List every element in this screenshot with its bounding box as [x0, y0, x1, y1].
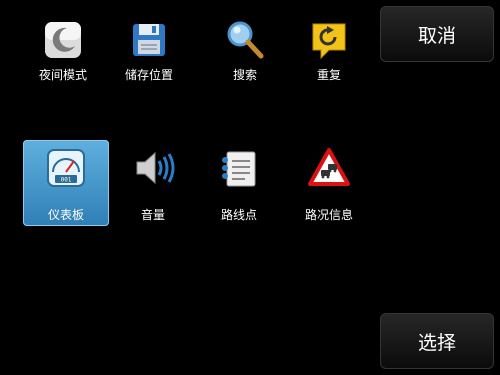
- search-icon: [223, 18, 267, 62]
- menu-item-label: 储存位置: [124, 68, 173, 82]
- save-location-icon: [127, 18, 171, 62]
- menu-item-label: 仪表板: [47, 208, 84, 222]
- menu-item-repeat[interactable]: 重复: [286, 0, 372, 86]
- menu-item-label: 路况信息: [304, 208, 353, 222]
- dashboard-icon: 001: [44, 146, 88, 190]
- menu-item-save-location[interactable]: 储存位置: [106, 0, 192, 86]
- menu-item-dashboard[interactable]: 001 仪表板: [23, 140, 109, 226]
- menu-item-volume[interactable]: 音量: [110, 140, 196, 226]
- menu-item-night-mode[interactable]: 夜间模式: [20, 0, 106, 86]
- svg-text:001: 001: [61, 177, 72, 184]
- menu-item-waypoints[interactable]: 路线点: [196, 140, 282, 226]
- menu-item-search[interactable]: 搜索: [202, 0, 288, 86]
- menu-item-label: 音量: [140, 208, 165, 222]
- menu-item-label: 夜间模式: [38, 68, 87, 82]
- night-mode-icon: [41, 18, 85, 62]
- menu-item-traffic-info[interactable]: 路况信息: [286, 140, 372, 226]
- repeat-icon: [307, 18, 351, 62]
- menu-item-label: 路线点: [220, 208, 257, 222]
- volume-icon: [131, 146, 175, 190]
- traffic-info-icon: [307, 146, 351, 190]
- menu-item-label: 重复: [316, 68, 341, 82]
- waypoints-icon: [217, 146, 261, 190]
- cancel-button[interactable]: 取消: [380, 6, 494, 62]
- select-button[interactable]: 选择: [380, 313, 494, 369]
- menu-item-label: 搜索: [232, 68, 257, 82]
